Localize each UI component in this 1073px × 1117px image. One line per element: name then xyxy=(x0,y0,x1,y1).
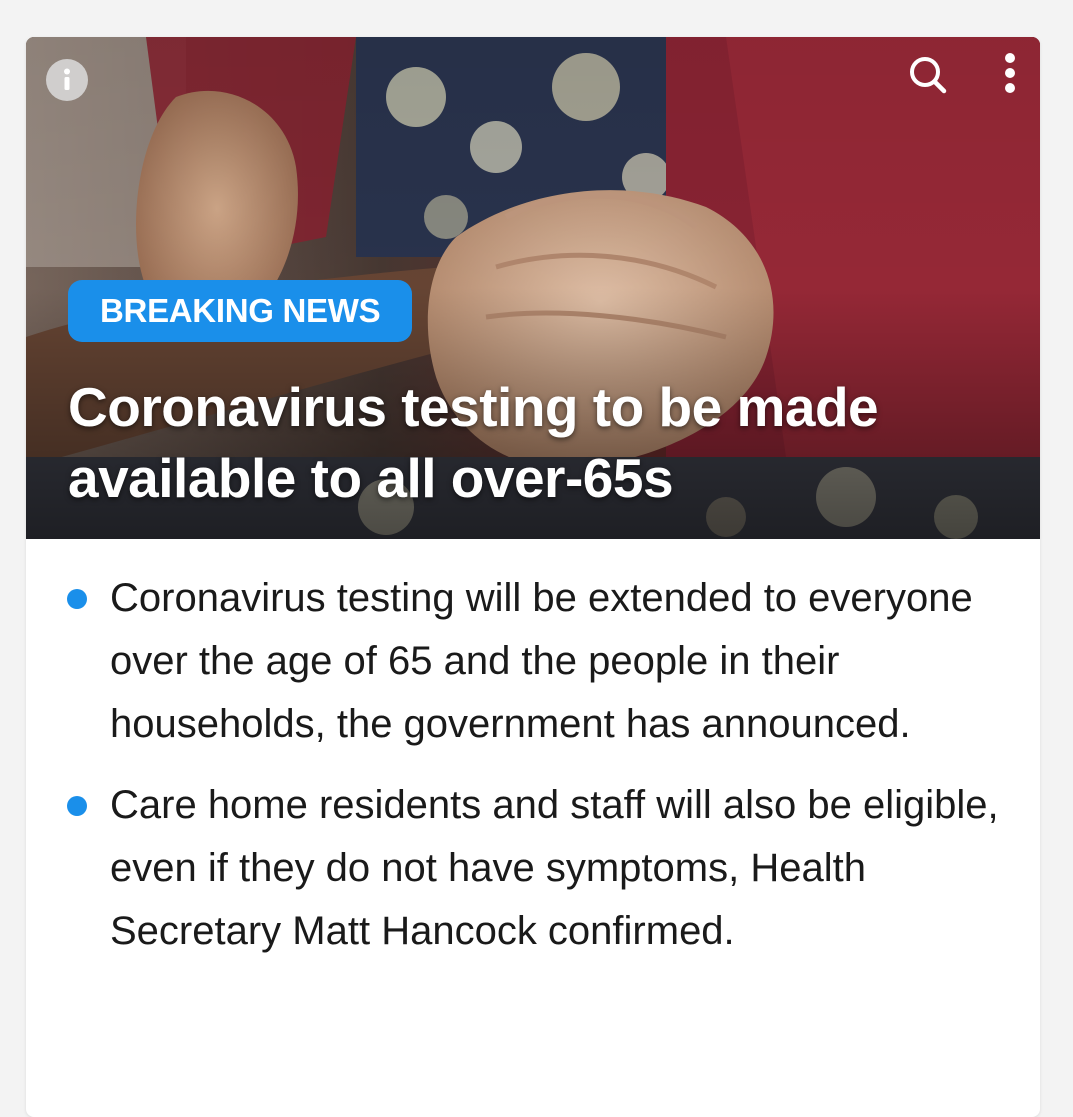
more-options-button[interactable] xyxy=(990,49,1030,97)
summary-bullet: Coronavirus testing will be extended to … xyxy=(26,567,1040,756)
info-button[interactable] xyxy=(46,59,88,101)
info-icon xyxy=(64,68,70,90)
summary-bullet: Care home residents and staff will also … xyxy=(26,774,1040,963)
hero-image: BREAKING NEWS Coronavirus testing to be … xyxy=(26,37,1040,539)
bullet-dot-icon xyxy=(67,796,87,816)
article-card[interactable]: BREAKING NEWS Coronavirus testing to be … xyxy=(26,37,1040,1117)
article-headline[interactable]: Coronavirus testing to be made available… xyxy=(68,372,1028,514)
more-vertical-icon xyxy=(1005,53,1015,93)
breaking-news-badge: BREAKING NEWS xyxy=(68,280,413,342)
search-button[interactable] xyxy=(904,51,952,99)
search-icon xyxy=(910,57,947,94)
bullet-dot-icon xyxy=(67,589,87,609)
summary-bullet-list: Coronavirus testing will be extended to … xyxy=(26,567,1040,981)
bullet-text: Coronavirus testing will be extended to … xyxy=(110,576,973,746)
bullet-text: Care home residents and staff will also … xyxy=(110,783,999,953)
